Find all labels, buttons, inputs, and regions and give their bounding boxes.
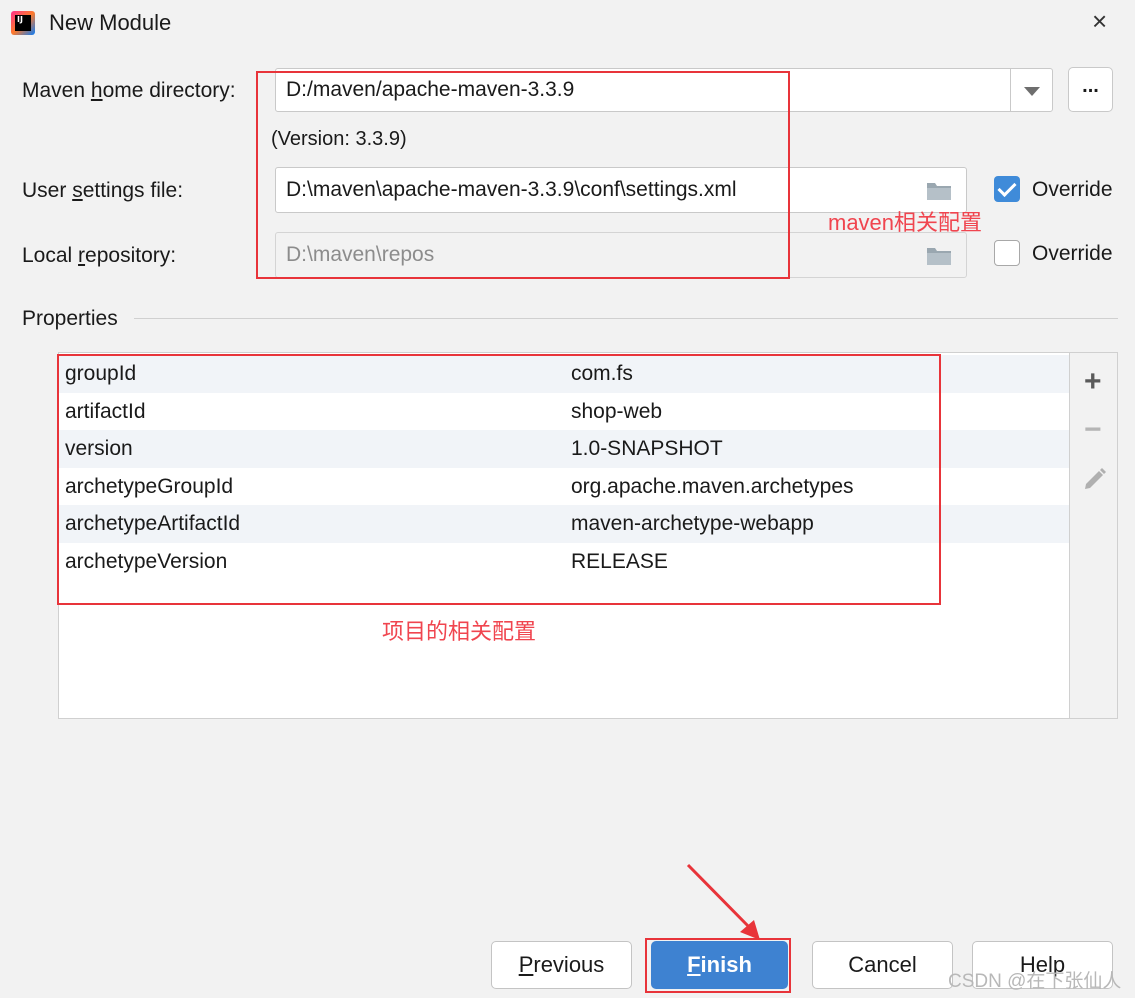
watermark: CSDN @在下张仙人 <box>948 971 1122 992</box>
title-bar: IJ New Module × <box>0 0 1135 50</box>
intellij-app-icon: IJ <box>11 11 35 35</box>
chevron-down-icon <box>1024 87 1040 96</box>
previous-button[interactable]: Previous <box>491 941 632 989</box>
cancel-button[interactable]: Cancel <box>812 941 953 989</box>
folder-icon[interactable] <box>926 246 952 266</box>
folder-icon[interactable] <box>926 181 952 201</box>
properties-toolbar: + − <box>1070 352 1118 719</box>
maven-annotation-text: maven相关配置 <box>828 210 983 235</box>
maven-annotation-box <box>256 71 790 279</box>
pencil-icon[interactable] <box>1082 465 1108 491</box>
settings-override-checkbox[interactable] <box>994 176 1020 202</box>
maven-home-label: Maven home directory: <box>22 79 236 102</box>
repository-override-checkbox[interactable] <box>994 240 1020 266</box>
repository-override-label: Override <box>1032 242 1113 265</box>
settings-override-label: Override <box>1032 178 1113 201</box>
close-icon[interactable]: × <box>1092 8 1107 34</box>
arrow-annotation <box>686 863 760 940</box>
remove-icon[interactable]: − <box>1084 415 1102 445</box>
add-icon[interactable]: + <box>1084 367 1102 397</box>
maven-home-dropdown-button[interactable] <box>1010 68 1053 112</box>
properties-section-label: Properties <box>22 307 118 330</box>
project-annotation-box <box>57 354 941 605</box>
window-title: New Module <box>49 10 172 35</box>
finish-annotation-box <box>645 938 791 993</box>
maven-home-browse-button[interactable]: ... <box>1068 67 1113 112</box>
properties-separator <box>134 318 1118 319</box>
local-repository-label: Local repository: <box>22 244 177 267</box>
user-settings-label: User settings file: <box>22 179 184 202</box>
project-annotation-text: 项目的相关配置 <box>382 619 537 644</box>
